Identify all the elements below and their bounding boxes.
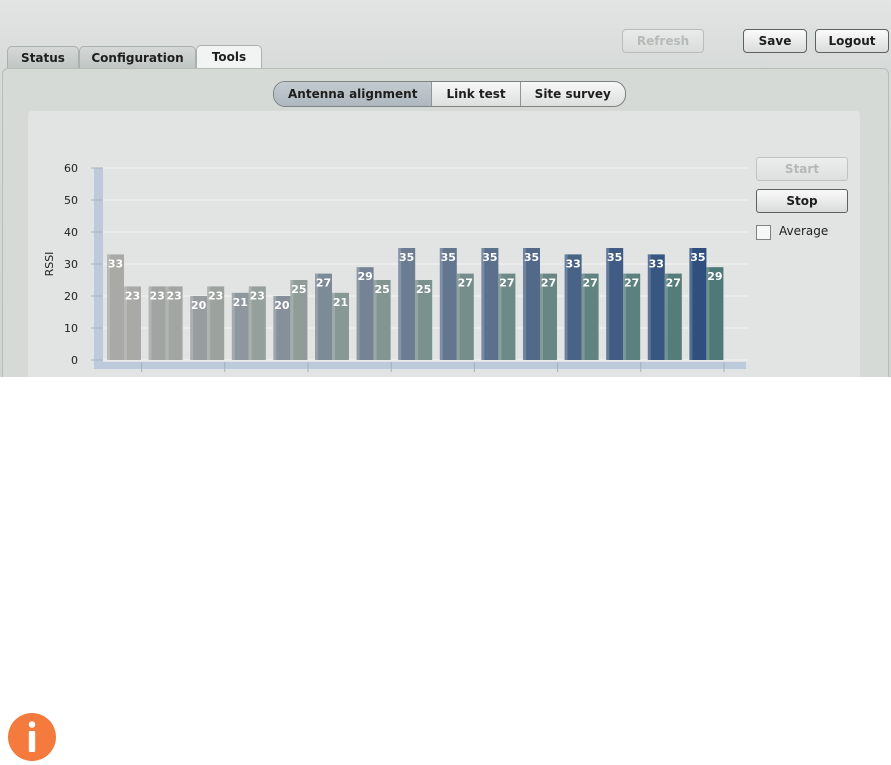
- bar-a-label: 35: [690, 251, 705, 264]
- bar-a-label: 35: [524, 251, 539, 264]
- bar-a-label: 29: [357, 270, 372, 283]
- y-axis: [94, 168, 103, 364]
- y-tick-label: 10: [64, 322, 78, 335]
- bar-a-highlight: [439, 248, 443, 360]
- bar-a-highlight: [689, 248, 693, 360]
- info-icon: [8, 713, 56, 761]
- start-button[interactable]: Start: [756, 157, 848, 181]
- bar-b-label: 27: [458, 277, 473, 290]
- bar-a-label: 23: [149, 289, 164, 302]
- bar-b-label: 27: [582, 277, 597, 290]
- tab-tools[interactable]: Tools: [196, 45, 262, 70]
- subtab-antenna-alignment[interactable]: Antenna alignment: [274, 82, 433, 106]
- bar-a-label: 27: [316, 277, 331, 290]
- y-tick-label: 50: [64, 194, 78, 207]
- bar-b-label: 23: [125, 289, 140, 302]
- bar-a-highlight: [523, 248, 526, 360]
- subtab-site-survey[interactable]: Site survey: [521, 82, 625, 106]
- bar-a-label: 33: [649, 257, 664, 270]
- tab-configuration[interactable]: Configuration: [79, 46, 196, 69]
- rssi-chart: 0102030405060RSSI 3323 23 232023 21 232025 272…: [43, 162, 748, 372]
- bar-a-label: 33: [565, 257, 580, 270]
- y-tick-label: 0: [71, 354, 78, 367]
- bar-b-label: 23: [166, 289, 181, 302]
- bar-b-label: 23: [250, 289, 265, 302]
- bar-a-label: 35: [441, 251, 456, 264]
- bar-b-label: 23: [208, 289, 223, 302]
- bar-b-label: 27: [541, 277, 556, 290]
- bar-a-label: 20: [274, 299, 290, 312]
- bar-a-label: 20: [191, 299, 207, 312]
- bar-b-label: 25: [291, 283, 306, 296]
- subtab-link-test[interactable]: Link test: [432, 82, 521, 106]
- average-label: Average: [779, 224, 829, 238]
- save-button[interactable]: Save: [743, 29, 807, 53]
- y-axis-title: RSSI: [43, 252, 56, 277]
- average-checkbox[interactable]: [756, 225, 771, 240]
- bar-b-label: 27: [499, 277, 514, 290]
- bar-b-label: 27: [624, 277, 639, 290]
- bar-a-label: 35: [482, 251, 497, 264]
- bar-a-label: 35: [607, 251, 622, 264]
- x-axis: [94, 362, 746, 369]
- bar-b-label: 25: [416, 283, 431, 296]
- bar-a-label: 21: [233, 296, 248, 309]
- logout-button[interactable]: Logout: [815, 29, 889, 53]
- y-tick-label: 60: [64, 162, 78, 175]
- tab-status[interactable]: Status: [7, 46, 79, 69]
- y-tick-label: 30: [64, 258, 78, 271]
- bar-a-highlight: [606, 248, 610, 360]
- bar-a-label: 33: [108, 257, 123, 270]
- bar-b-label: 21: [333, 296, 348, 309]
- subtab-bar: Antenna alignment Link test Site survey: [273, 81, 626, 107]
- y-tick-label: 20: [64, 290, 78, 303]
- bar-a-label: 35: [399, 251, 414, 264]
- bar-b-label: 25: [374, 283, 389, 296]
- bar-a-highlight: [481, 248, 485, 360]
- bar-b-label: 27: [666, 277, 681, 290]
- bar-a-highlight: [398, 248, 402, 360]
- y-tick-label: 40: [64, 226, 78, 239]
- bar-b-label: 29: [707, 270, 722, 283]
- stop-button[interactable]: Stop: [756, 189, 848, 213]
- app-window: Status Configuration Tools Refresh Save …: [0, 0, 891, 377]
- refresh-button[interactable]: Refresh: [622, 29, 704, 53]
